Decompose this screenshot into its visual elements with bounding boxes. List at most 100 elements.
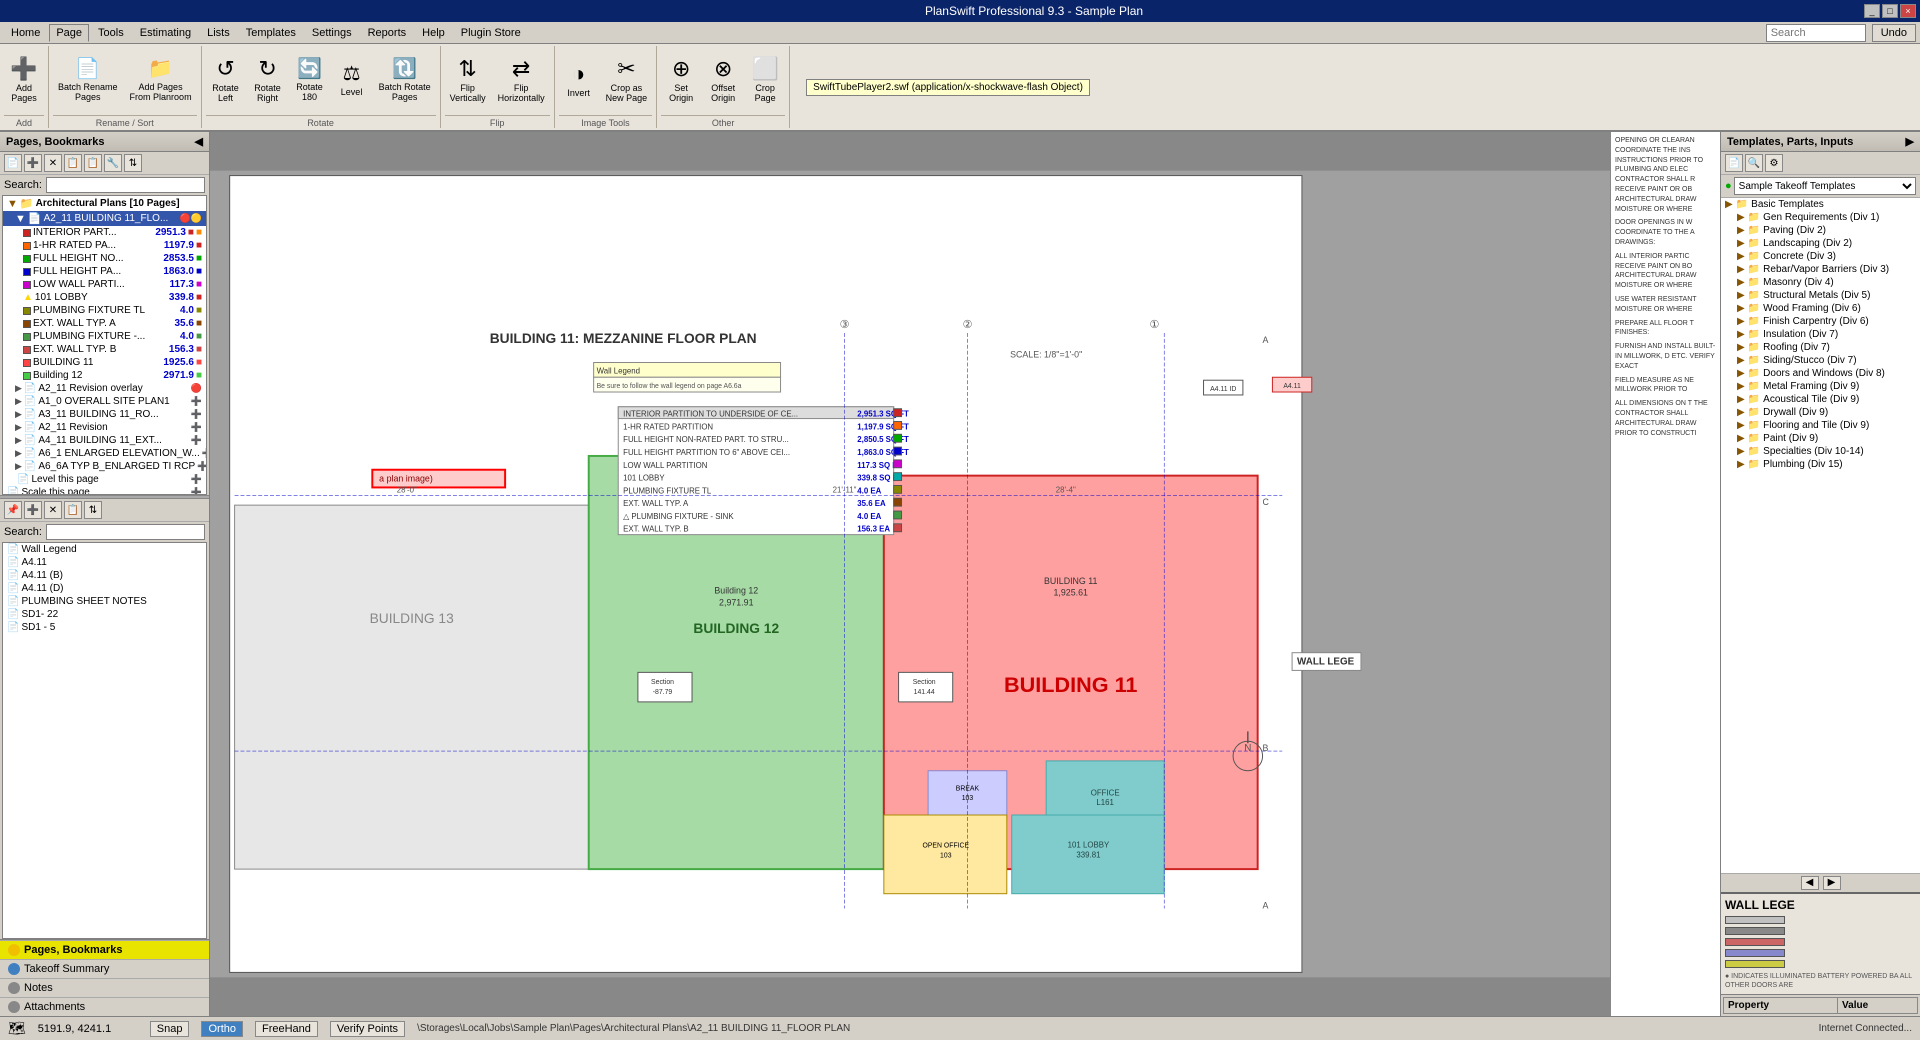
flip-horizontally-button[interactable]: ⇄ FlipHorizontally: [493, 50, 550, 110]
rotate-right-button[interactable]: ↻ RotateRight: [248, 50, 288, 110]
tree-item-lowwall[interactable]: LOW WALL PARTI... 117.3 ■: [19, 278, 206, 291]
batch-rename-button[interactable]: 📄 Batch RenamePages: [53, 50, 123, 110]
rp-insulation[interactable]: ▶ 📁 Insulation (Div 7): [1733, 328, 1920, 341]
tree-item-revision-overlay[interactable]: ▶ 📄 A2_11 Revision overlay 🔴: [3, 382, 206, 395]
maximize-button[interactable]: □: [1882, 4, 1898, 18]
menu-templates[interactable]: Templates: [239, 24, 303, 42]
bm-a411d[interactable]: 📄 A4.11 (D): [3, 582, 206, 595]
tree-item-1hr[interactable]: 1-HR RATED PA... 1197.9 ■: [19, 239, 206, 252]
tree-item-plumbing2[interactable]: PLUMBING FIXTURE -... 4.0 ■: [19, 330, 206, 343]
pages-tool-4[interactable]: 📋: [64, 154, 82, 172]
bm-tool-2[interactable]: ➕: [24, 501, 42, 519]
tree-item-fullheight[interactable]: FULL HEIGHT NO... 2853.5 ■: [19, 252, 206, 265]
tree-nav-left[interactable]: ◀: [1801, 876, 1819, 890]
tree-item-ext-b[interactable]: EXT. WALL TYP. B 156.3 ■: [19, 343, 206, 356]
canvas-area[interactable]: BUILDING 11: MEZZANINE FLOOR PLAN SCALE:…: [210, 132, 1720, 1016]
arch-plans-folder[interactable]: ▼ 📁 Architectural Plans [10 Pages]: [3, 196, 206, 211]
bm-a411[interactable]: 📄 A4.11: [3, 556, 206, 569]
menu-estimating[interactable]: Estimating: [133, 24, 198, 42]
rp-roofing[interactable]: ▶ 📁 Roofing (Div 7): [1733, 341, 1920, 354]
pages-search-input[interactable]: [46, 177, 205, 193]
tree-item-fullheightpa[interactable]: FULL HEIGHT PA... 1863.0 ■: [19, 265, 206, 278]
pages-tool-sort[interactable]: ⇅: [124, 154, 142, 172]
rp-plumbing[interactable]: ▶ 📁 Plumbing (Div 15): [1733, 458, 1920, 471]
tree-item-a2-revision[interactable]: ▶ 📄 A2_11 Revision ➕: [3, 421, 206, 434]
pages-tool-3[interactable]: ✕: [44, 154, 62, 172]
rp-rebar[interactable]: ▶ 📁 Rebar/Vapor Barriers (Div 3): [1733, 263, 1920, 276]
tree-item-building12[interactable]: Building 12 2971.9 ■: [19, 369, 206, 382]
rp-basic-templates[interactable]: ▶ 📁 Basic Templates: [1721, 198, 1920, 211]
bm-plumbing[interactable]: 📄 PLUMBING SHEET NOTES: [3, 595, 206, 608]
rp-doors[interactable]: ▶ 📁 Doors and Windows (Div 8): [1733, 367, 1920, 380]
add-from-planroom-button[interactable]: 📁 Add PagesFrom Planroom: [125, 50, 197, 110]
crop-as-new-button[interactable]: ✂ Crop asNew Page: [601, 50, 653, 110]
rp-masonry[interactable]: ▶ 📁 Masonry (Div 4): [1733, 276, 1920, 289]
rp-concrete[interactable]: ▶ 📁 Concrete (Div 3): [1733, 250, 1920, 263]
pages-tool-6[interactable]: 🔧: [104, 154, 122, 172]
freehand-button[interactable]: FreeHand: [255, 1021, 318, 1037]
rotate-left-button[interactable]: ↺ RotateLeft: [206, 50, 246, 110]
tree-item-building11[interactable]: BUILDING 11 1925.6 ■: [19, 356, 206, 369]
invert-button[interactable]: ◑ Invert: [559, 50, 599, 110]
menu-reports[interactable]: Reports: [361, 24, 414, 42]
tree-item-overall-site[interactable]: ▶ 📄 A1_0 OVERALL SITE PLAN1 ➕: [3, 395, 206, 408]
offset-origin-button[interactable]: ⊗ OffsetOrigin: [703, 50, 743, 110]
bm-tool-4[interactable]: 📋: [64, 501, 82, 519]
pages-tool-2[interactable]: ➕: [24, 154, 42, 172]
tree-item-level[interactable]: 📄 Level this page ➕: [3, 473, 206, 486]
bm-wall-legend[interactable]: 📄 Wall Legend: [3, 543, 206, 556]
bm-sd1-22[interactable]: 📄 SD1- 22: [3, 608, 206, 621]
tree-item-interior[interactable]: INTERIOR PART... 2951.3 ■ ■: [19, 226, 206, 239]
menu-page[interactable]: Page: [49, 24, 89, 42]
level-button[interactable]: ⚖ Level: [332, 50, 372, 110]
bm-sd1-5[interactable]: 📄 SD1 - 5: [3, 621, 206, 634]
flip-vertically-button[interactable]: ⇅ FlipVertically: [445, 50, 491, 110]
menu-settings[interactable]: Settings: [305, 24, 359, 42]
rp-struct-metals[interactable]: ▶ 📁 Structural Metals (Div 5): [1733, 289, 1920, 302]
menu-help[interactable]: Help: [415, 24, 452, 42]
menu-tools[interactable]: Tools: [91, 24, 131, 42]
undo-button[interactable]: Undo: [1872, 24, 1916, 42]
collapse-left-icon[interactable]: ◀: [195, 135, 203, 148]
add-pages-button[interactable]: ➕ AddPages: [4, 50, 44, 110]
rp-siding[interactable]: ▶ 📁 Siding/Stucco (Div 7): [1733, 354, 1920, 367]
tree-item-a6-6a[interactable]: ▶ 📄 A6_6A TYP B_ENLARGED TI RCP ➕: [3, 460, 206, 473]
tp-tool-1[interactable]: 📄: [1725, 154, 1743, 172]
pages-tool-1[interactable]: 📄: [4, 154, 22, 172]
snap-button[interactable]: Snap: [150, 1021, 190, 1037]
bm-a411b[interactable]: 📄 A4.11 (B): [3, 569, 206, 582]
tree-item-a3[interactable]: ▶ 📄 A3_11 BUILDING 11_RO... ➕: [3, 408, 206, 421]
pages-tool-5[interactable]: 📋: [84, 154, 102, 172]
tab-pages-bookmarks[interactable]: Pages, Bookmarks: [0, 940, 209, 959]
close-button[interactable]: ×: [1900, 4, 1916, 18]
tree-nav-right[interactable]: ▶: [1823, 876, 1841, 890]
verify-points-button[interactable]: Verify Points: [330, 1021, 405, 1037]
bm-tool-1[interactable]: 📌: [4, 501, 22, 519]
tree-item-plumbing-tl[interactable]: PLUMBING FIXTURE TL 4.0 ■: [19, 304, 206, 317]
rp-paving[interactable]: ▶ 📁 Paving (Div 2): [1733, 224, 1920, 237]
rp-metal-framing[interactable]: ▶ 📁 Metal Framing (Div 9): [1733, 380, 1920, 393]
rp-landscaping[interactable]: ▶ 📁 Landscaping (Div 2): [1733, 237, 1920, 250]
tree-item-ext-a[interactable]: EXT. WALL TYP. A 35.6 ■: [19, 317, 206, 330]
tree-item-scale[interactable]: 📄 Scale this page ➕: [3, 486, 206, 495]
menu-home[interactable]: Home: [4, 24, 47, 42]
tree-item-101lobby[interactable]: ▲ 101 LOBBY 339.8 ■: [19, 291, 206, 304]
bm-tool-5[interactable]: ⇅: [84, 501, 102, 519]
bm-tool-3[interactable]: ✕: [44, 501, 62, 519]
rp-flooring[interactable]: ▶ 📁 Flooring and Tile (Div 9): [1733, 419, 1920, 432]
rp-finish-carp[interactable]: ▶ 📁 Finish Carpentry (Div 6): [1733, 315, 1920, 328]
search-input[interactable]: [1766, 24, 1866, 42]
rp-acoustical[interactable]: ▶ 📁 Acoustical Tile (Div 9): [1733, 393, 1920, 406]
tree-item-a4[interactable]: ▶ 📄 A4_11 BUILDING 11_EXT... ➕: [3, 434, 206, 447]
rp-specialties[interactable]: ▶ 📁 Specialties (Div 10-14): [1733, 445, 1920, 458]
tree-item-a6-1[interactable]: ▶ 📄 A6_1 ENLARGED ELEVATION_W... ➕: [3, 447, 206, 460]
tp-tool-2[interactable]: 🔍: [1745, 154, 1763, 172]
rp-drywall[interactable]: ▶ 📁 Drywall (Div 9): [1733, 406, 1920, 419]
rp-paint[interactable]: ▶ 📁 Paint (Div 9): [1733, 432, 1920, 445]
rp-wood[interactable]: ▶ 📁 Wood Framing (Div 6): [1733, 302, 1920, 315]
collapse-right-icon[interactable]: ▶: [1906, 135, 1914, 148]
bookmarks-search-input[interactable]: [46, 524, 205, 540]
crop-page-button[interactable]: ⬜ CropPage: [745, 50, 785, 110]
rp-gen-req[interactable]: ▶ 📁 Gen Requirements (Div 1): [1733, 211, 1920, 224]
minimize-button[interactable]: _: [1864, 4, 1880, 18]
